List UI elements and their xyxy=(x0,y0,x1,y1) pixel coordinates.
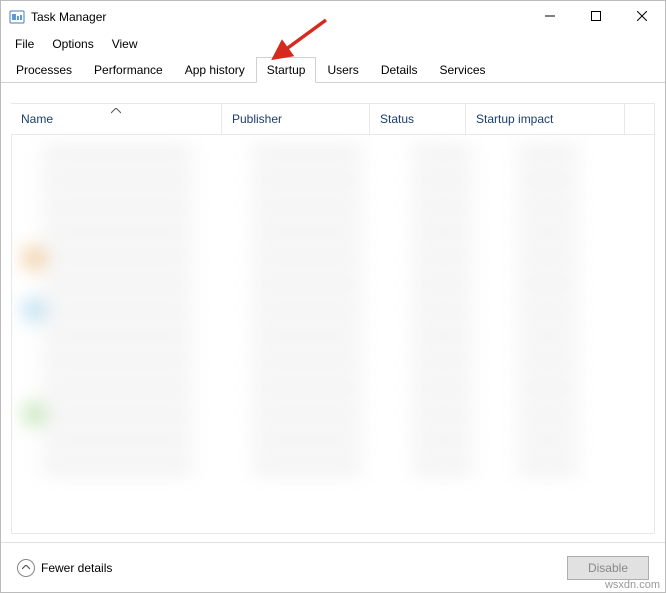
minimize-button[interactable] xyxy=(527,1,573,31)
tabbar: Processes Performance App history Startu… xyxy=(1,57,665,83)
column-headers: Name Publisher Status Startup impact xyxy=(11,103,655,135)
fewer-details-toggle[interactable]: Fewer details xyxy=(17,559,112,577)
maximize-button[interactable] xyxy=(573,1,619,31)
tab-users[interactable]: Users xyxy=(316,57,369,82)
tab-startup[interactable]: Startup xyxy=(256,57,317,83)
column-header-overflow[interactable] xyxy=(624,104,654,134)
startup-items-list[interactable] xyxy=(11,135,655,534)
column-label: Name xyxy=(21,112,53,126)
sort-ascending-icon xyxy=(111,103,121,117)
content-area: Name Publisher Status Startup impact xyxy=(1,83,665,534)
titlebar: Task Manager xyxy=(1,1,665,33)
fewer-details-label: Fewer details xyxy=(41,561,112,575)
chevron-up-icon xyxy=(17,559,35,577)
column-header-publisher[interactable]: Publisher xyxy=(221,104,369,134)
blurred-content xyxy=(18,141,648,527)
tab-processes[interactable]: Processes xyxy=(5,57,83,82)
close-button[interactable] xyxy=(619,1,665,31)
menu-options[interactable]: Options xyxy=(44,35,101,53)
tab-services[interactable]: Services xyxy=(429,57,497,82)
column-label: Startup impact xyxy=(476,112,553,126)
app-icon xyxy=(9,9,25,25)
task-manager-window: Task Manager File Options View Processes… xyxy=(0,0,666,593)
watermark: wsxdn.com xyxy=(605,579,660,591)
menu-view[interactable]: View xyxy=(104,35,146,53)
tab-app-history[interactable]: App history xyxy=(174,57,256,82)
menubar: File Options View xyxy=(1,33,665,55)
menu-file[interactable]: File xyxy=(7,35,42,53)
disable-button[interactable]: Disable xyxy=(567,556,649,580)
window-controls xyxy=(527,1,665,33)
column-label: Publisher xyxy=(232,112,282,126)
tab-details[interactable]: Details xyxy=(370,57,429,82)
column-header-name[interactable]: Name xyxy=(11,104,221,134)
window-title: Task Manager xyxy=(31,10,106,24)
column-header-startup-impact[interactable]: Startup impact xyxy=(465,104,624,134)
column-label: Status xyxy=(380,112,414,126)
tab-performance[interactable]: Performance xyxy=(83,57,174,82)
column-header-status[interactable]: Status xyxy=(369,104,465,134)
footer-bar: Fewer details Disable xyxy=(1,542,665,592)
